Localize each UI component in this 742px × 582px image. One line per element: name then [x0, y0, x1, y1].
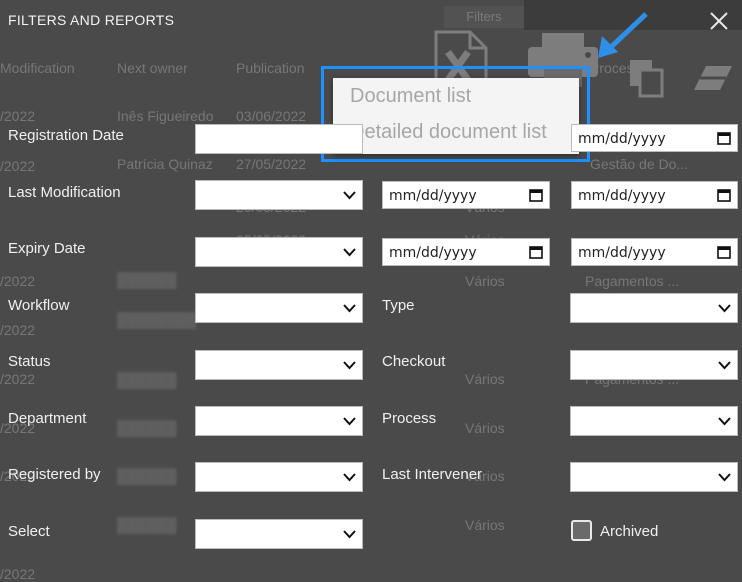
chevron-down-icon: [718, 473, 731, 482]
date-registration-to[interactable]: mm/dd/yyyy: [571, 124, 738, 152]
select-checkout[interactable]: [570, 350, 738, 380]
date-placeholder: mm/dd/yyyy: [578, 245, 666, 261]
close-icon[interactable]: [706, 8, 732, 34]
label-archived: Archived: [600, 523, 659, 540]
bg-cell: Pagamentos ...: [585, 273, 680, 289]
bg-cell: Gestão de Do...: [590, 156, 689, 172]
select-workflow[interactable]: [195, 293, 363, 323]
date-placeholder: mm/dd/yyyy: [389, 188, 477, 204]
bg-cell: /2022: [0, 322, 36, 338]
label-type: Type: [382, 297, 415, 314]
report-detailed-document-list[interactable]: Detailed document list: [350, 121, 547, 144]
label-registered-by: Registered by: [8, 466, 101, 483]
calendar-icon[interactable]: [717, 131, 731, 145]
bg-cell: Vários: [465, 420, 505, 436]
bg-cell: Vários: [465, 273, 505, 289]
date-expiry-from[interactable]: mm/dd/yyyy: [382, 238, 550, 266]
chevron-down-icon: [343, 304, 356, 313]
chevron-down-icon: [718, 361, 731, 370]
report-document-list[interactable]: Document list: [350, 85, 471, 108]
chevron-down-icon: [343, 417, 356, 426]
calendar-icon[interactable]: [717, 188, 731, 202]
pointer-arrow-icon: [598, 12, 648, 58]
bg-cell: /2022: [0, 108, 36, 124]
archived-checkbox[interactable]: [571, 520, 592, 541]
bg-cell: /2022: [0, 158, 36, 174]
reports-menu: Document list Detailed document list: [333, 78, 579, 154]
chevron-down-icon: [718, 417, 731, 426]
date-last-modification-from[interactable]: mm/dd/yyyy: [382, 181, 550, 209]
label-department: Department: [8, 410, 87, 427]
label-registration-date: Registration Date: [8, 127, 124, 144]
date-placeholder: mm/dd/yyyy: [389, 245, 477, 261]
select-registered-by[interactable]: [195, 462, 363, 492]
chevron-down-icon: [343, 248, 356, 257]
bg-cell-blurred: ████████: [117, 312, 197, 328]
label-last-modification: Last Modification: [8, 184, 121, 201]
date-placeholder: mm/dd/yyyy: [578, 188, 666, 204]
chevron-down-icon: [343, 473, 356, 482]
bg-cell-blurred: ██████: [117, 468, 177, 484]
select-select[interactable]: [195, 519, 363, 549]
chevron-down-icon: [343, 530, 356, 539]
select-department[interactable]: [195, 406, 363, 436]
calendar-icon[interactable]: [529, 188, 543, 202]
bg-cell: Inês Figueiredo: [117, 108, 214, 124]
date-last-modification-to[interactable]: mm/dd/yyyy: [571, 181, 738, 209]
date-expiry-to[interactable]: mm/dd/yyyy: [571, 238, 738, 266]
select-last-modification[interactable]: [195, 180, 363, 210]
bg-cell: /2022: [0, 273, 36, 289]
bg-cell-blurred: ██████: [117, 272, 177, 288]
chevron-down-icon: [718, 304, 731, 313]
label-last-intervener: Last Intervener: [382, 466, 483, 483]
bg-cell: Patrícia Quinaz: [117, 156, 213, 172]
calendar-icon[interactable]: [717, 245, 731, 259]
filters-tab[interactable]: Filters: [444, 6, 524, 28]
label-expiry-date: Expiry Date: [8, 240, 86, 257]
chevron-down-icon: [343, 191, 356, 200]
dialog-title: FILTERS AND REPORTS: [8, 12, 175, 28]
select-process[interactable]: [570, 406, 738, 436]
bg-cell-blurred: ██████: [117, 372, 177, 388]
date-placeholder: mm/dd/yyyy: [578, 131, 666, 147]
label-checkout: Checkout: [382, 353, 446, 370]
select-last-intervener[interactable]: [570, 462, 738, 492]
label-select: Select: [8, 523, 50, 540]
chevron-down-icon: [343, 361, 356, 370]
bg-cell: 03/06/2022: [236, 108, 307, 124]
bg-cell: 27/05/2022: [236, 156, 307, 172]
select-expiry-date[interactable]: [195, 237, 363, 267]
label-process: Process: [382, 410, 437, 427]
bg-cell-blurred: ██████: [117, 517, 177, 533]
column-header-next-owner: Next owner: [117, 60, 188, 76]
column-header-modification: Modification: [0, 60, 75, 76]
select-status[interactable]: [195, 350, 363, 380]
bg-cell: /2022: [0, 566, 36, 582]
label-status: Status: [8, 353, 51, 370]
bg-cell: Vários: [465, 371, 505, 387]
select-registration-date[interactable]: [195, 124, 363, 154]
label-workflow: Workflow: [8, 297, 70, 314]
bg-cell: /2022: [0, 371, 36, 387]
eraser-icon[interactable]: [692, 62, 734, 94]
select-type[interactable]: [570, 293, 738, 323]
bg-cell-blurred: ██████: [117, 420, 177, 436]
column-header-publication: Publication: [236, 60, 305, 76]
bg-cell: Vários: [465, 517, 505, 533]
calendar-icon[interactable]: [529, 245, 543, 259]
